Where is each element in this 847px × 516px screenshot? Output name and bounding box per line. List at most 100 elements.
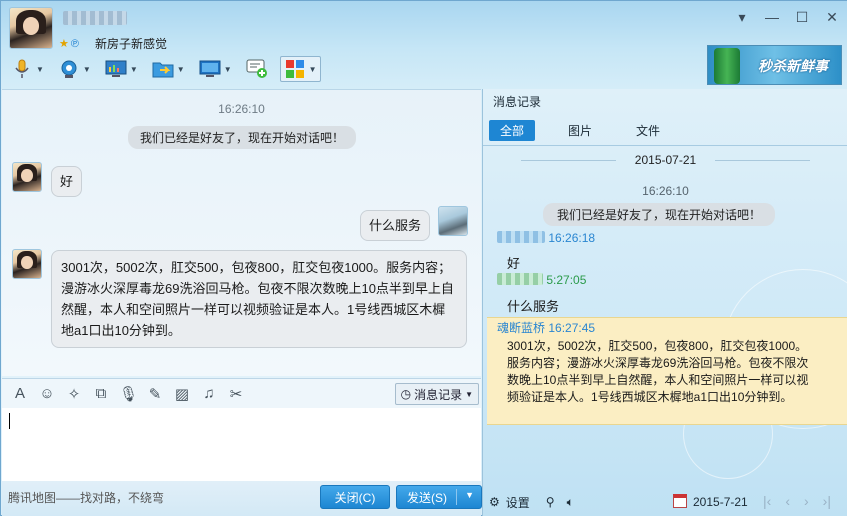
contact-signature: 新房子新感觉 [95, 37, 168, 51]
search-icon[interactable]: ⚲ [546, 495, 555, 509]
history-message: 什么服务 [507, 299, 560, 314]
emoji-icon[interactable]: ☺ [38, 385, 56, 402]
send-button[interactable]: 发送(S) ▼ [396, 485, 482, 509]
text-caret [9, 413, 10, 429]
screenshot-icon[interactable]: ⧉ [92, 385, 110, 402]
window-controls: ▾ — ☐ ✕ [734, 9, 840, 26]
ad-text: 秒杀新鲜事 [758, 58, 828, 74]
history-footer: ⚙ 设置 ⚲ 🔈︎ 2015-7-21 |‹ ‹ › ›| [483, 488, 847, 516]
screen-share-button[interactable]: ▼ [103, 56, 140, 82]
history-sender: 魂断蓝桥 16:27:45 [497, 319, 595, 336]
status-icons: ★ ℗ [59, 38, 79, 50]
video-call-button[interactable]: ▼ [56, 56, 93, 82]
system-message: 我们已经是好友了，现在开始对话吧！ [128, 126, 357, 149]
contact-avatar-small[interactable] [12, 249, 42, 279]
history-entry-time: 5:27:05 [546, 273, 587, 287]
send-divider [456, 489, 457, 505]
gear-icon[interactable]: ⚙ [489, 495, 500, 509]
font-icon[interactable]: A [11, 385, 29, 402]
file-transfer-button[interactable]: ▼ [150, 56, 187, 82]
main-toolbar: ▼ ▼ ▼ ▼ ▼ ▼ [9, 55, 321, 83]
screen-share-icon [105, 58, 127, 80]
edit-icon[interactable]: ✎ [146, 385, 164, 403]
contact-name-blurred [63, 11, 127, 25]
message-timestamp: 16:26:10 [218, 102, 265, 116]
history-pane[interactable]: 消息记录 全部 图片 文件 2015-07-21 16:26:10 我们已经是好… [482, 89, 847, 516]
chevron-down-icon[interactable]: ▼ [83, 65, 91, 74]
tab-all[interactable]: 全部 [489, 120, 536, 141]
chevron-down-icon[interactable]: ▼ [224, 65, 232, 74]
folder-transfer-icon [152, 58, 174, 80]
message-bubble-incoming: 3001次，5002次，肛交500，包夜800，肛交包夜1000。服务内容；漫游… [51, 250, 467, 348]
group-chat-button[interactable] [244, 56, 270, 82]
first-page-icon[interactable]: |‹ [763, 493, 771, 509]
message-input[interactable] [2, 408, 481, 481]
history-message: 3001次，5002次，肛交500，包夜800，肛交包夜1000。服务内容；漫游… [507, 339, 809, 404]
history-sender: 5:27:05 [497, 273, 586, 287]
speaker-icon[interactable]: 🔈︎ [567, 495, 574, 510]
history-date: 2015-07-21 [483, 153, 847, 167]
history-entry-time: 16:27:45 [548, 321, 596, 335]
history-tabs: 全部 图片 文件 [489, 120, 671, 141]
history-sender-name: 魂断蓝桥 [497, 321, 546, 335]
drink-bottle-icon [714, 48, 740, 84]
map-ad-link[interactable]: 腾讯地图——找对路，不绕弯 [8, 489, 164, 506]
menu-dropdown-icon[interactable]: ▾ [734, 9, 750, 26]
history-footer-date: 2015-7-21 [693, 495, 748, 509]
minimize-button[interactable]: — [764, 9, 780, 26]
voice-call-button[interactable]: ▼ [9, 56, 46, 82]
chevron-down-icon[interactable]: ▼ [309, 65, 317, 74]
apps-grid-icon [284, 58, 306, 80]
history-system-message: 我们已经是好友了，现在开始对话吧！ [543, 203, 776, 226]
last-page-icon[interactable]: ›| [823, 493, 831, 509]
history-pager: |‹ ‹ › ›| [763, 493, 831, 509]
maximize-button[interactable]: ☐ [794, 9, 810, 26]
history-title: 消息记录 [493, 95, 542, 109]
next-page-icon[interactable]: › [804, 493, 809, 509]
history-entry-time: 16:26:18 [548, 231, 596, 245]
history-timestamp: 16:26:10 [642, 184, 689, 198]
history-message: 好 [507, 256, 521, 271]
history-highlighted-entry: 魂断蓝桥 16:27:45 3001次，5002次，肛交500，包夜800，肛交… [487, 317, 847, 425]
calendar-icon[interactable] [673, 494, 687, 508]
tab-files[interactable]: 文件 [625, 120, 671, 141]
message-bubble-incoming: 好 [51, 166, 83, 197]
send-label: 发送(S) [407, 490, 447, 505]
close-window-button[interactable]: ✕ [824, 9, 840, 26]
chat-window: ★ ℗ 新房子新感觉 ▾ — ☐ ✕ ▼ ▼ ▼ ▼ ▼ ▼ 秒杀新鲜事 16:… [0, 0, 847, 516]
clock-icon: ◷ [400, 387, 412, 401]
chevron-down-icon[interactable]: ▼ [177, 65, 185, 74]
send-options-icon[interactable]: ▼ [465, 490, 474, 500]
input-toolbar: A ☺ ✧ ⧉ 🎙︎ ✎ ▨ ♫ ✂ ◷ 消息记录 ▼ [2, 378, 481, 408]
close-button[interactable]: 关闭(C) [320, 485, 390, 509]
apps-button[interactable]: ▼ [279, 56, 321, 82]
message-history-button[interactable]: ◷ 消息记录 ▼ [394, 383, 479, 405]
contact-avatar-small[interactable] [12, 162, 42, 192]
camera-icon [58, 58, 80, 80]
settings-label[interactable]: 设置 [506, 494, 530, 511]
prev-page-icon[interactable]: ‹ [785, 493, 790, 509]
scissors-icon[interactable]: ✂ [227, 385, 245, 403]
history-sender: 16:26:18 [497, 231, 595, 245]
chevron-down-icon: ▼ [465, 389, 473, 399]
ad-banner[interactable]: 秒杀新鲜事 [707, 45, 842, 85]
sender-name-blurred [497, 231, 545, 243]
chevron-down-icon[interactable]: ▼ [130, 65, 138, 74]
chevron-down-icon[interactable]: ▼ [36, 65, 44, 74]
message-history-label: 消息记录 [414, 387, 463, 402]
voice-message-icon[interactable]: 🎙︎ [119, 385, 138, 403]
tab-images[interactable]: 图片 [557, 120, 603, 141]
image-icon[interactable]: ▨ [173, 385, 191, 403]
my-avatar[interactable] [438, 206, 468, 236]
input-footer: 腾讯地图——找对路，不绕弯 关闭(C) 发送(S) ▼ [2, 481, 482, 516]
window-header: ★ ℗ 新房子新感觉 ▾ — ☐ ✕ ▼ ▼ ▼ ▼ ▼ ▼ 秒杀新鲜事 [1, 1, 847, 89]
monitor-icon [199, 58, 221, 80]
music-icon[interactable]: ♫ [200, 385, 218, 402]
message-bubble-outgoing: 什么服务 [360, 210, 431, 241]
add-chat-icon [246, 58, 268, 80]
contact-avatar[interactable] [9, 7, 53, 49]
nudge-icon[interactable]: ✧ [65, 385, 83, 403]
sender-name-blurred [497, 273, 543, 285]
chat-messages-pane[interactable]: 16:26:10 我们已经是好友了，现在开始对话吧！ 好 什么服务 3001次，… [2, 89, 481, 376]
remote-desktop-button[interactable]: ▼ [197, 56, 234, 82]
